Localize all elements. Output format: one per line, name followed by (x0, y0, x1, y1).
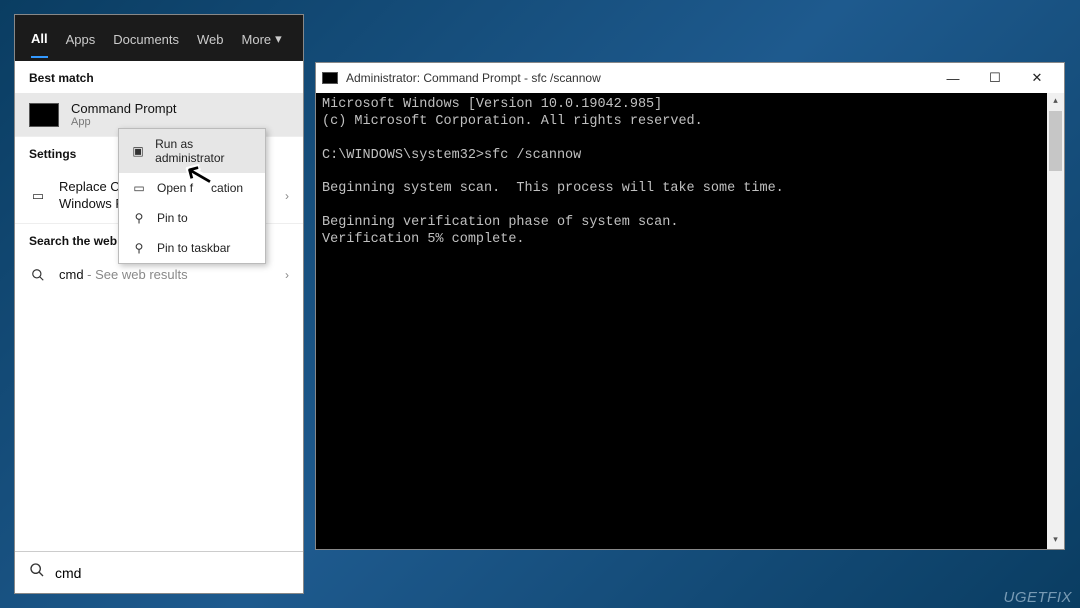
vertical-scrollbar[interactable]: ▴ ▾ (1047, 93, 1064, 549)
search-tabs: All Apps Documents Web More ▾ (15, 15, 303, 61)
result-subtitle: App (71, 116, 176, 128)
ctx-pin-to-taskbar[interactable]: ⚲ Pin to taskbar (119, 233, 265, 263)
web-result-label: cmd - See web results (59, 267, 188, 282)
admin-shield-icon: ▣ (131, 144, 145, 158)
window-title: Administrator: Command Prompt - sfc /sca… (346, 71, 601, 85)
command-prompt-window: Administrator: Command Prompt - sfc /sca… (315, 62, 1065, 550)
chevron-right-icon: › (285, 189, 289, 203)
search-input[interactable] (55, 565, 289, 581)
watermark: UGETFIX (1003, 589, 1072, 606)
tab-web[interactable]: Web (197, 30, 224, 47)
minimize-button[interactable]: — (932, 64, 974, 92)
windows-search-panel: All Apps Documents Web More ▾ Best match… (14, 14, 304, 594)
tab-apps[interactable]: Apps (66, 30, 96, 47)
scroll-up-icon[interactable]: ▴ (1047, 93, 1064, 110)
search-icon (29, 562, 45, 583)
cmd-app-icon (322, 72, 338, 84)
ctx-label: Pin to St (157, 211, 202, 225)
terminal-output[interactable]: Microsoft Windows [Version 10.0.19042.98… (316, 93, 1064, 549)
pin-icon: ⚲ (131, 211, 147, 225)
result-title: Command Prompt (71, 101, 176, 116)
command-prompt-icon (29, 103, 59, 127)
best-match-header: Best match (15, 61, 303, 93)
close-button[interactable]: ✕ (1016, 64, 1058, 92)
maximize-button[interactable]: ☐ (974, 64, 1016, 92)
tab-all[interactable]: All (31, 19, 48, 58)
search-icon (29, 266, 47, 284)
pin-icon: ⚲ (131, 241, 147, 255)
tab-more[interactable]: More ▾ (242, 29, 282, 47)
chevron-right-icon: › (285, 268, 289, 282)
search-input-row (15, 551, 303, 593)
title-bar[interactable]: Administrator: Command Prompt - sfc /sca… (316, 63, 1064, 93)
ctx-pin-to-start[interactable]: ⚲ Pin to St (119, 203, 265, 233)
scroll-thumb[interactable] (1049, 111, 1062, 171)
tab-documents[interactable]: Documents (113, 30, 179, 47)
folder-icon: ▭ (131, 181, 147, 195)
settings-icon: ▭ (29, 187, 47, 205)
scroll-down-icon[interactable]: ▾ (1047, 532, 1064, 549)
ctx-label: Pin to taskbar (157, 241, 230, 255)
chevron-down-icon: ▾ (275, 31, 282, 47)
tab-more-label: More (242, 32, 272, 47)
